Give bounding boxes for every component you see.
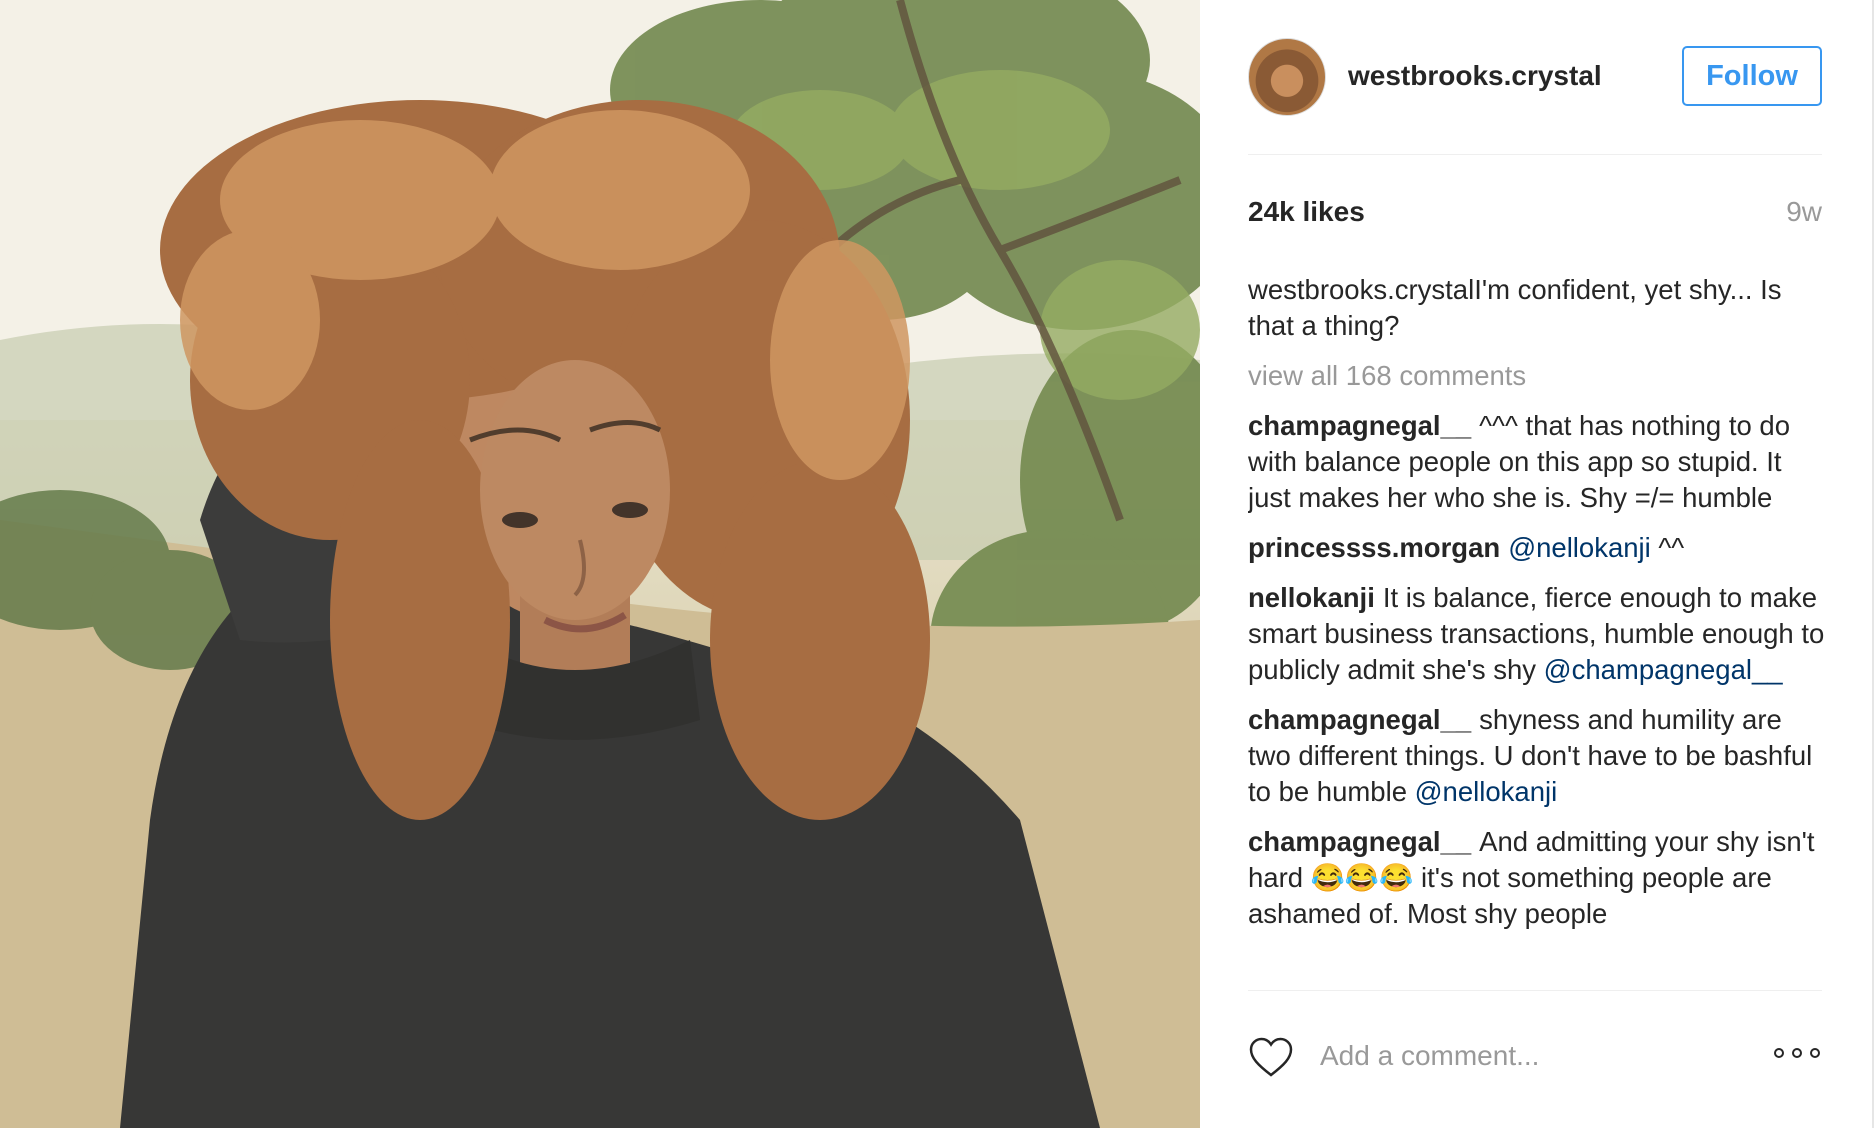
comment-item: nellokanji It is balance, fierce enough t… [1248, 580, 1828, 688]
comments-list[interactable]: westbrooks.crystalI'm confident, yet shy… [1248, 272, 1828, 990]
comment-username[interactable]: champagnegal__ [1248, 704, 1471, 735]
post-header: westbrooks.crystal Follow [1248, 36, 1822, 118]
comment-username[interactable]: nellokanji [1248, 582, 1375, 613]
header-divider [1248, 154, 1822, 155]
likes-count[interactable]: 24k likes [1248, 196, 1365, 228]
comment-username[interactable]: champagnegal__ [1248, 410, 1471, 441]
caption-username[interactable]: westbrooks.crystal [1248, 274, 1474, 305]
post-photo[interactable] [0, 0, 1200, 1128]
heart-icon[interactable] [1248, 1036, 1294, 1078]
post-photo-image [0, 0, 1200, 1128]
comment-mention[interactable]: @champagnegal__ [1544, 654, 1783, 685]
more-dot [1792, 1048, 1802, 1058]
post-footer [1248, 1030, 1822, 1086]
comment-mention[interactable]: @nellokanji [1415, 776, 1558, 807]
post-details-panel: westbrooks.crystal Follow 24k likes 9w w… [1200, 0, 1874, 1128]
user-avatar[interactable] [1248, 38, 1326, 116]
comment-mention[interactable]: @nellokanji [1508, 532, 1651, 563]
caption: westbrooks.crystalI'm confident, yet shy… [1248, 272, 1828, 344]
comment-item: champagnegal__ And admitting your shy isn… [1248, 824, 1828, 932]
more-dot [1810, 1048, 1820, 1058]
more-dot [1774, 1048, 1784, 1058]
view-all-comments-link[interactable]: view all 168 comments [1248, 358, 1828, 394]
comment-username[interactable]: princessss.morgan [1248, 532, 1500, 563]
comment-username[interactable]: champagnegal__ [1248, 826, 1471, 857]
comment-item: champagnegal__ ^^^ that has nothing to do… [1248, 408, 1828, 516]
comment-item: princessss.morgan @nellokanji ^^ [1248, 530, 1828, 566]
footer-divider [1248, 990, 1822, 991]
follow-button[interactable]: Follow [1682, 46, 1822, 106]
more-options-icon[interactable] [1774, 1044, 1822, 1064]
post-stats: 24k likes 9w [1248, 196, 1822, 236]
comment-text-suffix: ^^ [1650, 532, 1685, 563]
header-username[interactable]: westbrooks.crystal [1348, 60, 1602, 92]
post-age[interactable]: 9w [1786, 196, 1822, 228]
add-comment-input[interactable] [1320, 1034, 1740, 1078]
comment-item: champagnegal__ shyness and humility are t… [1248, 702, 1828, 810]
